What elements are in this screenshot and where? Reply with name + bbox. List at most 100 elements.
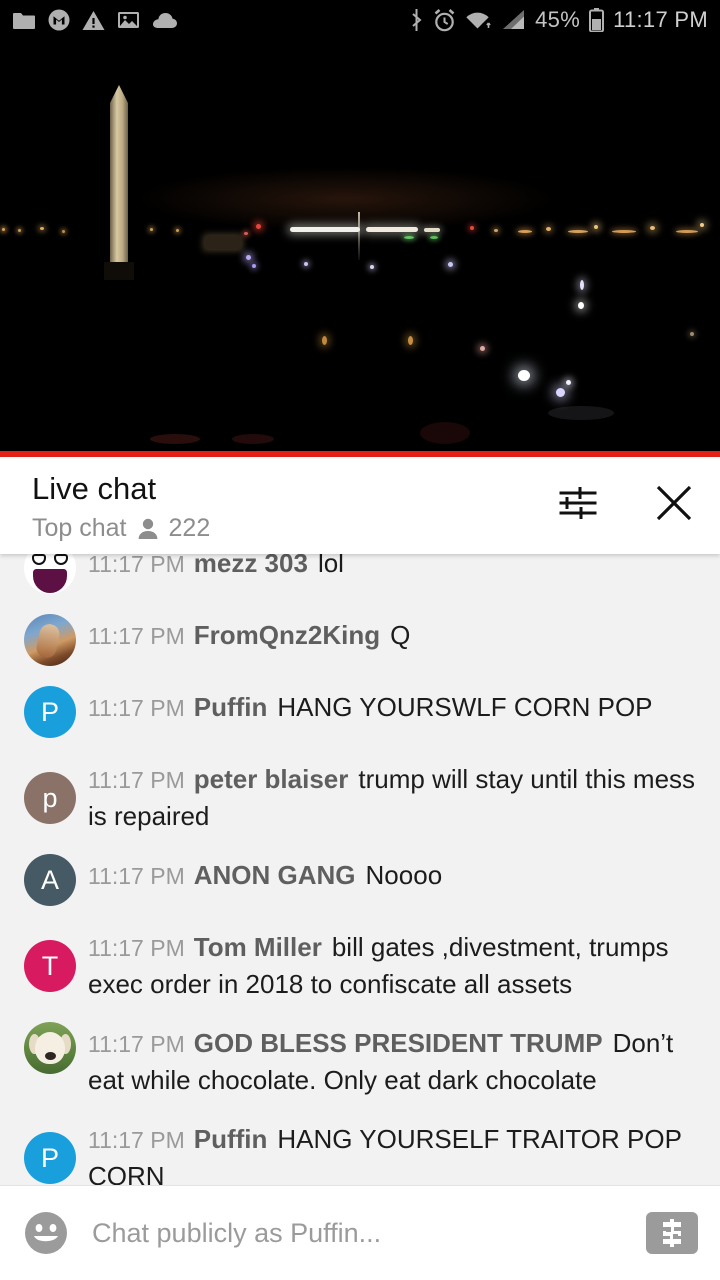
bluetooth-icon [409,8,424,32]
gmail-icon [48,9,70,31]
live-chat-header-actions [552,477,700,529]
foreground-light [252,264,256,268]
close-icon[interactable] [648,477,700,529]
message-timestamp: 11:17 PM [88,623,185,649]
avatar[interactable]: P [24,1132,76,1184]
dollar-icon[interactable] [646,1212,698,1254]
status-bar-right-icons: 45% 11:17 PM [409,7,708,33]
chat-input-bar [0,1185,720,1280]
message-author[interactable]: FromQnz2King [194,620,380,650]
message-body: 11:17 PM GOD BLESS PRESIDENT TRUMP Don’t e… [88,1022,706,1098]
youtube-live-chat-screen: 45% 11:17 PM Live chat Top chat 222 11:1… [0,0,720,1280]
foreground-light [578,302,584,309]
city-skyline-lights [0,218,720,244]
avatar[interactable] [24,554,76,594]
message-author[interactable]: Puffin [194,1124,268,1154]
viewer-count-label: 222 [168,514,211,542]
message-author[interactable]: mezz 303 [194,554,308,578]
message-timestamp: 11:17 PM [88,554,185,577]
message-body: 11:17 PM mezz 303 lol [88,554,706,582]
foreground-light [580,280,584,290]
monument-base-shadow [104,262,134,280]
foreground-light [370,265,374,269]
dog-nose [45,1052,56,1060]
foreground-light [556,388,565,397]
chat-message[interactable]: A 11:17 PM ANON GANG Noooo [0,844,720,916]
message-author[interactable]: peter blaiser [194,764,349,794]
message-text: HANG YOURSWLF CORN POP [277,692,653,722]
avatar-initial: T [41,950,59,981]
meme-mouth [33,569,67,593]
person-icon [137,517,159,541]
message-timestamp: 11:17 PM [88,935,185,961]
avatar-initial: A [40,864,59,895]
message-body: 11:17 PM ANON GANG Noooo [88,854,706,894]
foreground-light [566,380,571,385]
chat-mode-label[interactable]: Top chat [32,514,127,543]
live-chat-subheader: Top chat 222 [32,514,210,543]
battery-percent-label: 45% [535,7,581,32]
chat-message[interactable]: p 11:17 PM peter blaiser trump will stay u… [0,748,720,844]
chat-message-list[interactable]: 11:17 PM mezz 303 lol 11:17 PM FromQnz2King… [0,554,720,1185]
cloud-icon [152,12,178,29]
foreground-light [548,406,614,420]
message-text: Noooo [365,860,443,890]
avatar[interactable]: P [24,686,76,738]
message-author[interactable]: ANON GANG [194,860,356,890]
chat-message[interactable]: P 11:17 PM Puffin HANG YOURSELF TRAITOR PO… [0,1108,720,1185]
avatar[interactable]: p [24,772,76,824]
message-text: Q [390,620,411,650]
avatar[interactable] [24,614,76,666]
foreground-light [150,434,200,444]
folder-icon [12,11,36,30]
meme-eye [54,554,68,565]
avatar[interactable]: T [24,940,76,992]
message-author[interactable]: Puffin [194,692,268,722]
clock-label: 11:17 PM [613,7,708,32]
avatar[interactable] [24,1022,76,1074]
message-author[interactable]: Tom Miller [194,932,322,962]
foreground-light [480,346,485,351]
avatar-initial: P [40,1142,59,1173]
foreground-light [448,262,453,267]
chat-message[interactable]: T 11:17 PM Tom Miller bill gates ,divestme… [0,916,720,1012]
alarm-icon [433,8,456,32]
meme-eye [32,554,46,565]
tune-icon[interactable] [552,477,604,529]
chat-input[interactable] [92,1217,632,1249]
message-body: 11:17 PM Tom Miller bill gates ,divestment… [88,926,706,1002]
status-bar-left-icons [12,9,178,31]
message-timestamp: 11:17 PM [88,695,185,721]
message-timestamp: 11:17 PM [88,1031,185,1057]
avatar-initial: P [40,696,59,727]
chat-message[interactable]: 11:17 PM GOD BLESS PRESIDENT TRUMP Don’t e… [0,1012,720,1108]
signal-icon [501,9,526,31]
message-timestamp: 11:17 PM [88,863,185,889]
wifi-icon [465,9,492,32]
image-icon [117,10,140,30]
video-player[interactable] [0,40,720,451]
message-author[interactable]: GOD BLESS PRESIDENT TRUMP [194,1028,603,1058]
avatar[interactable]: A [24,854,76,906]
warning-icon [82,10,105,31]
message-text: lol [317,554,344,578]
chat-message[interactable]: P 11:17 PM Puffin HANG YOURSWLF CORN POP [0,676,720,748]
foreground-light [420,422,470,444]
message-timestamp: 11:17 PM [88,1127,185,1153]
message-body: 11:17 PM FromQnz2King Q [88,614,706,654]
foreground-light [322,336,327,345]
live-chat-title: Live chat [32,471,157,506]
chat-message[interactable]: 11:17 PM mezz 303 lol [0,554,720,604]
live-chat-header: Live chat Top chat 222 [0,457,720,554]
foreground-light [304,262,308,266]
foreground-light [518,370,530,381]
message-body: 11:17 PM peter blaiser trump will stay unt… [88,758,706,834]
emoji-smiley-icon[interactable] [22,1209,70,1257]
message-body: 11:17 PM Puffin HANG YOURSELF TRAITOR POP … [88,1118,706,1185]
chat-message[interactable]: 11:17 PM FromQnz2King Q [0,604,720,676]
foreground-light [246,255,251,260]
foreground-light [232,434,274,444]
foreground-light [408,336,413,345]
message-body: 11:17 PM Puffin HANG YOURSWLF CORN POP [88,686,706,726]
status-bar: 45% 11:17 PM [0,0,720,40]
